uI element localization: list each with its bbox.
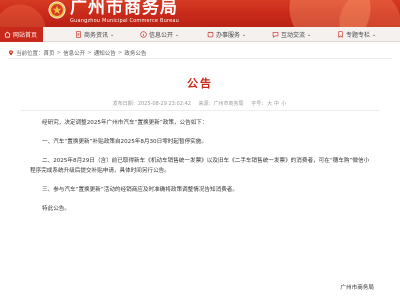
source-value: 广州市商务局 — [213, 101, 244, 107]
font-size-large-button[interactable]: 大 — [267, 101, 272, 107]
nav-item-label: 专题专栏 — [346, 32, 371, 39]
publish-date: 发布日期：2025-08-29 23:02:42 — [113, 101, 191, 107]
article-paragraph: 二、2025年8月29日（含）前已取得新车《机动车销售统一发票》以及旧车《二手车… — [30, 158, 370, 174]
chat-icon — [272, 32, 279, 38]
nav-item-interaction[interactable]: 互动交流 ⌄ — [272, 27, 311, 42]
home-icon — [4, 31, 11, 38]
nav-item-label: 办事服务 — [216, 32, 241, 39]
main-nav: 网站首页 商务资讯 ⌄ 信息公开 ⌄ 办事服务 ⌄ 互动交流 ⌄ 专题专栏 ⌄ — [0, 27, 400, 42]
breadcrumb-prefix: 当前位置： — [16, 51, 44, 57]
breadcrumb-separator: > — [117, 50, 123, 56]
article-paragraph: 特此公告。 — [42, 206, 70, 212]
nav-item-label: 商务资讯 — [84, 32, 109, 39]
nav-item-info-disclosure[interactable]: 信息公开 ⌄ — [140, 27, 179, 42]
source: 来源：广州市商务局 — [199, 101, 244, 107]
emblem-logo-icon[interactable] — [48, 1, 66, 19]
chevron-down-icon: ⌄ — [372, 31, 377, 38]
nav-item-home[interactable]: 网站首页 — [0, 27, 44, 42]
location-pin-icon — [9, 50, 13, 56]
site-title[interactable]: 广州市商务局 — [70, 0, 178, 18]
source-label: 来源： — [198, 101, 214, 107]
publish-label: 发布日期： — [112, 101, 138, 107]
font-size-label: 字号： — [251, 101, 267, 107]
nav-item-services[interactable]: 办事服务 ⌄ — [207, 27, 246, 42]
nav-item-label: 信息公开 — [149, 32, 174, 39]
nav-item-business-news[interactable]: 商务资讯 ⌄ — [75, 27, 114, 42]
chevron-down-icon: ⌄ — [110, 31, 115, 38]
nav-item-label: 互动交流 — [281, 32, 306, 39]
article-paragraph: 经研究，决定调整2025年广州市汽车“置换更新”政策，公告如下： — [42, 120, 208, 126]
document-icon — [76, 31, 81, 38]
font-size-controls: 字号：大中小 — [251, 101, 287, 107]
article-title: 公告 — [187, 77, 213, 90]
article-paragraph: 一、汽车“置换更新”补贴政策自2025年8月30日零时起暂停实施。 — [42, 139, 207, 145]
site-header: 广州市商务局 Guangzhou Municipal Commerce Bure… — [0, 0, 400, 27]
breadcrumb-notices[interactable]: 通知公告 — [94, 49, 116, 57]
nav-item-special-topics[interactable]: 专题专栏 ⌄ — [337, 27, 376, 42]
article-body: 经研究，决定调整2025年广州市汽车“置换更新”政策，公告如下： 一、汽车“置换… — [30, 118, 370, 223]
meta-divider — [20, 110, 380, 111]
font-size-medium-button[interactable]: 中 — [274, 101, 279, 107]
service-icon — [207, 31, 214, 38]
article-paragraph: 三、参与汽车“置换更新”活动的经销商应及时准确将政策调整情况告知消费者。 — [42, 187, 238, 193]
bookmark-icon — [338, 31, 343, 38]
chevron-down-icon: ⌄ — [307, 31, 312, 38]
publish-date-value: 2025-08-29 23:02:42 — [137, 101, 191, 107]
breadcrumb-gov-announcements[interactable]: 政务公告 — [124, 49, 146, 57]
font-size-small-button[interactable]: 小 — [281, 101, 286, 107]
site-subtitle: Guangzhou Municipal Commerce Bureau — [70, 18, 180, 24]
chevron-down-icon: ⌄ — [175, 31, 180, 38]
breadcrumb-separator: > — [56, 50, 62, 56]
article-meta: 发布日期：2025-08-29 23:02:42 来源：广州市商务局 字号：大中… — [0, 100, 400, 107]
chevron-down-icon: ⌄ — [242, 31, 247, 38]
nav-item-label: 网站首页 — [13, 32, 38, 39]
info-icon — [140, 31, 147, 38]
breadcrumb-info-disclosure[interactable]: 信息公开 — [63, 49, 85, 57]
breadcrumb-home[interactable]: 首页 — [44, 49, 55, 57]
article-signature: 广州市商务局 — [340, 285, 374, 291]
breadcrumb-divider — [8, 58, 392, 59]
breadcrumb: 当前位置： 首页 > 信息公开 > 通知公告 > 政务公告 — [8, 49, 146, 57]
breadcrumb-separator: > — [87, 50, 92, 56]
